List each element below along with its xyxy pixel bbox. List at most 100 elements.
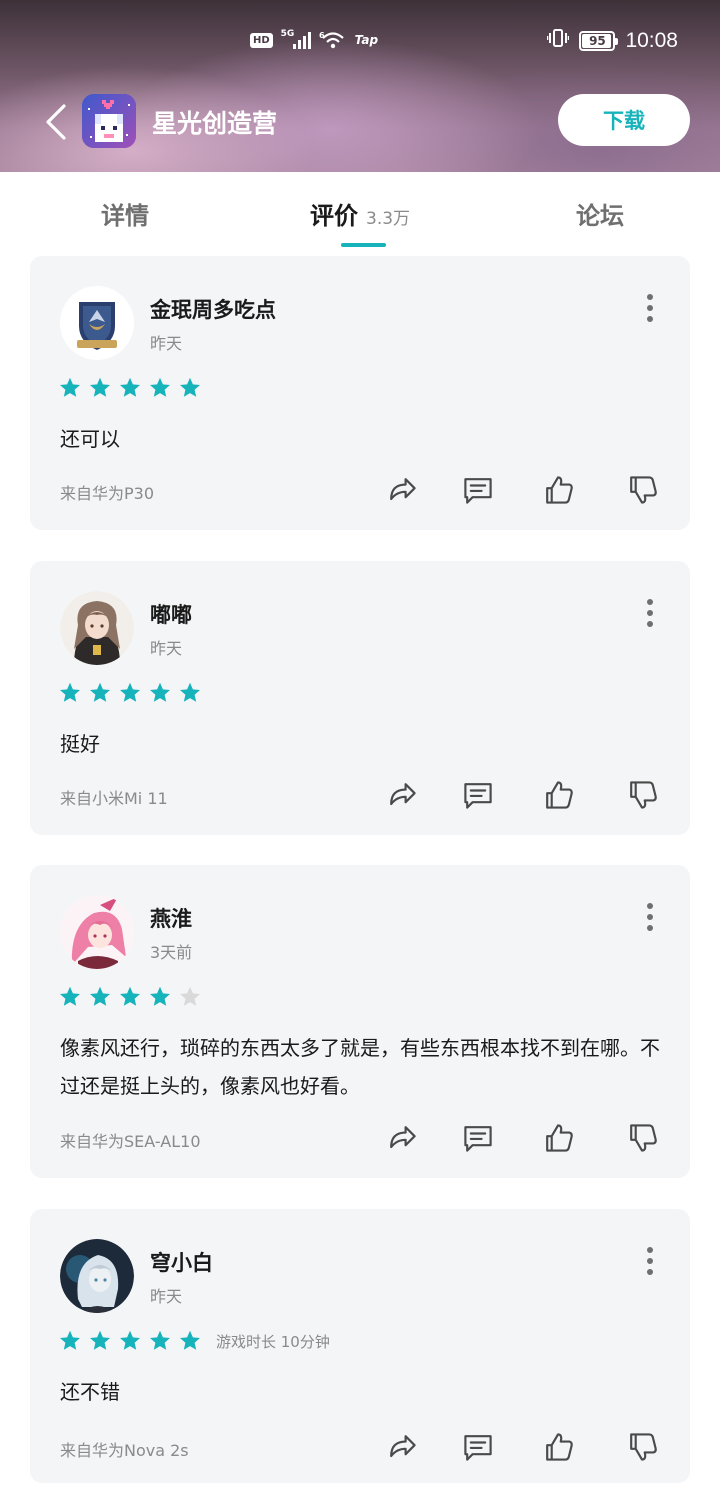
download-button[interactable]: 下载 (558, 94, 690, 146)
share-button[interactable] (382, 1118, 422, 1158)
avatar[interactable] (60, 591, 134, 665)
star-filled-icon (120, 377, 140, 397)
star-filled-icon (60, 682, 80, 702)
tab-forum[interactable]: 论坛 (576, 196, 624, 231)
comment-icon (464, 1126, 492, 1152)
share-button[interactable] (382, 1427, 422, 1467)
wifi-label: 6 (319, 31, 325, 40)
share-button[interactable] (382, 470, 422, 510)
review-card: 金珉周多吃点 昨天 还可以 来自华为P30 (30, 256, 690, 530)
cellular-signal-icon: 5G (280, 29, 311, 49)
app-icon (82, 94, 136, 148)
signal-label: 5G (280, 29, 295, 39)
star-filled-icon (60, 1330, 80, 1350)
comment-button[interactable] (458, 1427, 498, 1467)
review-content: 挺好 (60, 732, 100, 756)
battery-level: 95 (589, 33, 606, 48)
dislike-button[interactable] (622, 470, 662, 510)
tab-details-label: 详情 (101, 202, 149, 230)
thumbs-up-icon (546, 476, 573, 504)
review-content: 像素风还行，琐碎的东西太多了就是，有些东西根本找不到在哪。不过还是挺上头的，像素… (60, 1036, 660, 1098)
review-actions (382, 470, 662, 510)
star-filled-icon (180, 377, 200, 397)
rating-stars (58, 681, 202, 705)
star-filled-icon (90, 682, 110, 702)
thumbs-down-icon (630, 781, 657, 809)
comment-button[interactable] (458, 1118, 498, 1158)
more-options-button[interactable] (640, 294, 660, 322)
comment-icon (464, 478, 492, 504)
rating-stars: 游戏时长 10分钟 (58, 1329, 330, 1353)
app-title: 星光创造营 (152, 109, 278, 138)
tab-reviews[interactable]: 评价 3.3万 (310, 196, 410, 231)
more-options-button[interactable] (640, 1247, 660, 1275)
dislike-button[interactable] (622, 1427, 662, 1467)
like-button[interactable] (538, 470, 578, 510)
review-user-name[interactable]: 嘟嘟 (150, 599, 192, 629)
star-filled-icon (120, 986, 140, 1006)
review-user-name[interactable]: 燕淮 (150, 903, 192, 933)
star-filled-icon (90, 1330, 110, 1350)
dislike-button[interactable] (622, 775, 662, 815)
more-options-button[interactable] (640, 599, 660, 627)
avatar[interactable] (60, 895, 134, 969)
review-time: 昨天 (150, 1287, 183, 1306)
thumbs-down-icon (630, 1433, 657, 1461)
review-card: 嘟嘟 昨天 挺好 来自小米Mi 11 (30, 561, 690, 835)
review-user-name[interactable]: 穹小白 (150, 1247, 213, 1277)
more-options-button[interactable] (640, 903, 660, 931)
tab-bar: 详情 评价 3.3万 论坛 (0, 172, 720, 252)
star-filled-icon (150, 986, 170, 1006)
star-filled-icon (120, 682, 140, 702)
share-icon (390, 783, 416, 806)
like-button[interactable] (538, 1427, 578, 1467)
review-device: 来自华为P30 (60, 484, 155, 503)
star-filled-icon (60, 986, 80, 1006)
tab-details[interactable]: 详情 (101, 196, 149, 231)
thumbs-up-icon (546, 1124, 573, 1152)
comment-button[interactable] (458, 470, 498, 510)
thumbs-down-icon (630, 476, 657, 504)
comment-button[interactable] (458, 775, 498, 815)
tab-reviews-label: 评价 (310, 202, 358, 230)
review-card: 穹小白 昨天 游戏时长 10分钟 还不错 来自华为Nova 2s (30, 1209, 690, 1483)
star-filled-icon (180, 1330, 200, 1350)
wifi-icon: 6 (319, 30, 347, 50)
star-filled-icon (120, 1330, 140, 1350)
avatar[interactable] (60, 286, 134, 360)
battery-icon: 95 (579, 30, 619, 51)
app-header: HD 5G 6 Tap 95 10:08 星光创造营 下载 (0, 0, 720, 172)
active-tab-indicator (341, 243, 386, 247)
review-device: 来自华为SEA-AL10 (60, 1132, 201, 1151)
rating-stars (58, 376, 202, 400)
chevron-left-icon (46, 104, 66, 140)
review-actions (382, 1118, 662, 1158)
share-button[interactable] (382, 775, 422, 815)
thumbs-down-icon (630, 1124, 657, 1152)
tab-forum-label: 论坛 (576, 202, 624, 230)
review-device: 来自小米Mi 11 (60, 789, 168, 808)
rating-stars (58, 985, 202, 1009)
back-button[interactable] (36, 100, 76, 144)
review-time: 3天前 (150, 943, 193, 962)
avatar[interactable] (60, 1239, 134, 1313)
vibrate-icon (547, 28, 570, 53)
share-icon (390, 478, 416, 501)
review-user-name[interactable]: 金珉周多吃点 (150, 294, 276, 324)
like-button[interactable] (538, 1118, 578, 1158)
like-button[interactable] (538, 775, 578, 815)
status-bar: HD 5G 6 Tap 95 10:08 (0, 0, 720, 84)
dislike-button[interactable] (622, 1118, 662, 1158)
share-icon (390, 1435, 416, 1458)
app-bar: 星光创造营 下载 (0, 88, 720, 154)
comment-icon (464, 1435, 492, 1461)
star-filled-icon (60, 377, 80, 397)
comment-icon (464, 783, 492, 809)
playtime-label: 游戏时长 10分钟 (216, 1332, 330, 1351)
star-filled-icon (150, 377, 170, 397)
star-filled-icon (150, 682, 170, 702)
share-icon (390, 1126, 416, 1149)
review-actions (382, 775, 662, 815)
star-empty-icon (180, 986, 200, 1006)
review-time: 昨天 (150, 639, 183, 658)
